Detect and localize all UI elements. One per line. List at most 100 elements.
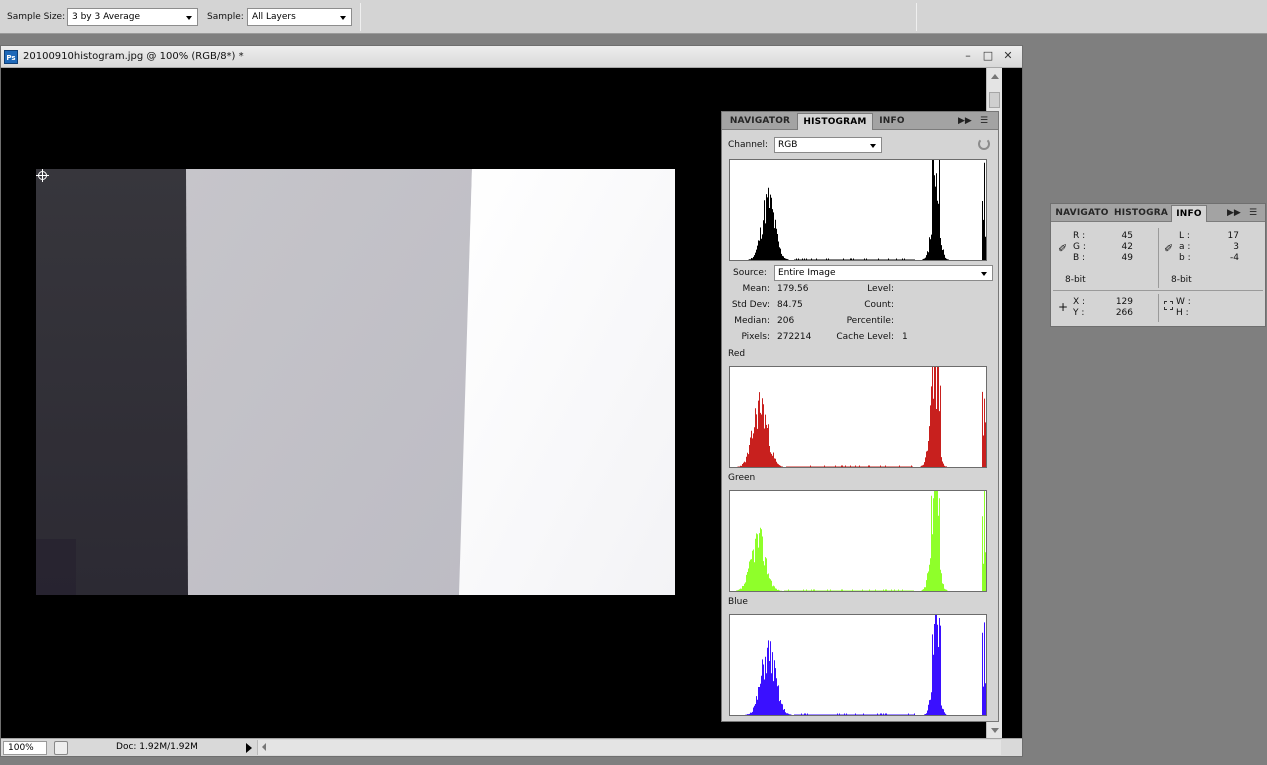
- scroll-thumb[interactable]: [989, 92, 1000, 108]
- green-channel-title: Green: [728, 473, 756, 483]
- info-divider: [1158, 228, 1159, 288]
- g-label: G :: [1073, 242, 1086, 252]
- stddev-label: Std Dev:: [731, 300, 770, 310]
- sample-size-label: Sample Size:: [7, 12, 66, 22]
- histogram-red-graph: [737, 367, 986, 467]
- toolbar-divider: [916, 3, 917, 31]
- scroll-down-icon[interactable]: [991, 728, 999, 733]
- g-value: 42: [1121, 242, 1133, 252]
- histogram-panel-tabs: NAVIGATOR HISTOGRAM INFO ▶▶ ☰: [722, 112, 998, 130]
- rgb-bit-depth: 8-bit: [1065, 275, 1086, 285]
- chevron-down-icon: [186, 16, 192, 20]
- sample-value: All Layers: [252, 12, 296, 22]
- eyedropper-icon: ✐: [1058, 242, 1068, 255]
- source-label: Source:: [733, 268, 767, 278]
- document-title: 20100910histogram.jpg @ 100% (RGB/8*) *: [23, 51, 244, 62]
- status-menu-arrow-icon[interactable]: [246, 743, 252, 753]
- lab-b-label: b :: [1179, 253, 1191, 263]
- photoshop-app-icon: Ps: [4, 50, 18, 64]
- r-value: 45: [1121, 231, 1133, 241]
- median-label: Median:: [734, 316, 770, 326]
- selection-size-icon: [1164, 301, 1173, 310]
- chevron-down-icon: [340, 16, 346, 20]
- channel-select[interactable]: RGB: [774, 137, 882, 153]
- crosshair-position-icon: +: [1058, 300, 1069, 314]
- mean-label: Mean:: [742, 284, 770, 294]
- zoom-preview-icon[interactable]: [54, 741, 68, 755]
- median-value: 206: [777, 316, 795, 326]
- info-panel-tabs: NAVIGATO HISTOGRA INFO ▶▶ ☰: [1051, 204, 1265, 222]
- x-label: X :: [1073, 297, 1086, 307]
- scroll-up-icon[interactable]: [991, 74, 999, 79]
- status-bar: 100% Doc: 1.92M/1.92M: [1, 738, 1022, 756]
- x-value: 129: [1115, 297, 1133, 307]
- collapse-panel-icon[interactable]: ▶▶: [1227, 208, 1241, 218]
- crosshair-cursor-icon: [36, 169, 49, 182]
- toolbar-divider: [360, 3, 361, 31]
- panel-menu-icon[interactable]: ☰: [1249, 208, 1257, 218]
- y-value: 266: [1115, 308, 1133, 318]
- histogram-rgb-graph: [748, 160, 986, 260]
- eyedropper-icon: ✐: [1164, 242, 1174, 255]
- histogram-bars: [745, 615, 986, 715]
- r-label: R :: [1073, 231, 1086, 241]
- tab-info[interactable]: INFO: [1171, 205, 1207, 222]
- source-select[interactable]: Entire Image: [774, 265, 993, 281]
- sample-select[interactable]: All Layers: [247, 8, 352, 26]
- channel-label: Channel:: [728, 140, 768, 150]
- sample-size-select[interactable]: 3 by 3 Average: [67, 8, 198, 26]
- panel-menu-icon[interactable]: ☰: [980, 116, 988, 126]
- a-value: 3: [1233, 242, 1239, 252]
- source-value: Entire Image: [778, 268, 836, 278]
- w-label: W :: [1176, 297, 1191, 307]
- sample-size-value: 3 by 3 Average: [72, 12, 141, 22]
- info-divider: [1158, 294, 1159, 322]
- doc-size-info: Doc: 1.92M/1.92M: [116, 742, 198, 752]
- blue-channel-title: Blue: [728, 597, 748, 607]
- scroll-left-icon[interactable]: [262, 743, 266, 751]
- maximize-icon[interactable]: □: [981, 49, 995, 63]
- pixels-value: 272214: [777, 332, 812, 342]
- chevron-down-icon: [981, 272, 987, 276]
- lab-bit-depth: 8-bit: [1171, 275, 1192, 285]
- minimize-icon[interactable]: –: [961, 49, 975, 63]
- tab-navigator[interactable]: NAVIGATO: [1053, 205, 1111, 222]
- photo-content: [36, 169, 675, 595]
- document-image: [36, 169, 675, 595]
- percentile-label: Percentile:: [846, 316, 894, 326]
- tab-histogram[interactable]: HISTOGRA: [1112, 205, 1170, 222]
- histogram-blue: [729, 614, 987, 716]
- histogram-rgb: [729, 159, 987, 261]
- y-label: Y :: [1073, 308, 1085, 318]
- histogram-bars: [748, 160, 986, 260]
- chevron-down-icon: [870, 144, 876, 148]
- collapse-panel-icon[interactable]: ▶▶: [958, 116, 972, 126]
- histogram-panel: NAVIGATOR HISTOGRAM INFO ▶▶ ☰ Channel: R…: [721, 111, 999, 722]
- h-label: H :: [1176, 308, 1189, 318]
- sample-label: Sample:: [207, 12, 244, 22]
- histogram-red: [729, 366, 987, 468]
- cache-level-value: 1: [902, 332, 908, 342]
- zoom-level-field[interactable]: 100%: [3, 741, 47, 755]
- pixels-label: Pixels:: [741, 332, 770, 342]
- histogram-green-graph: [736, 491, 986, 591]
- tab-navigator[interactable]: NAVIGATOR: [724, 113, 796, 130]
- refresh-icon[interactable]: [978, 138, 990, 150]
- a-label: a :: [1179, 242, 1191, 252]
- tab-info[interactable]: INFO: [874, 113, 910, 130]
- tab-histogram[interactable]: HISTOGRAM: [797, 113, 873, 130]
- level-label: Level:: [867, 284, 894, 294]
- mean-value: 179.56: [777, 284, 809, 294]
- stddev-value: 84.75: [777, 300, 803, 310]
- horizontal-scrollbar[interactable]: [257, 740, 1001, 755]
- info-divider: [1053, 290, 1263, 291]
- histogram-blue-graph: [745, 615, 986, 715]
- close-icon[interactable]: ✕: [1001, 49, 1015, 63]
- b-value: 49: [1121, 253, 1133, 263]
- document-titlebar[interactable]: Ps 20100910histogram.jpg @ 100% (RGB/8*)…: [1, 46, 1022, 68]
- histogram-bars: [736, 491, 986, 591]
- info-panel: NAVIGATO HISTOGRA INFO ▶▶ ☰ ✐ R : 45 G :…: [1050, 203, 1266, 327]
- b-label: B :: [1073, 253, 1086, 263]
- histogram-bars: [737, 367, 986, 467]
- lab-b-value: -4: [1230, 253, 1239, 263]
